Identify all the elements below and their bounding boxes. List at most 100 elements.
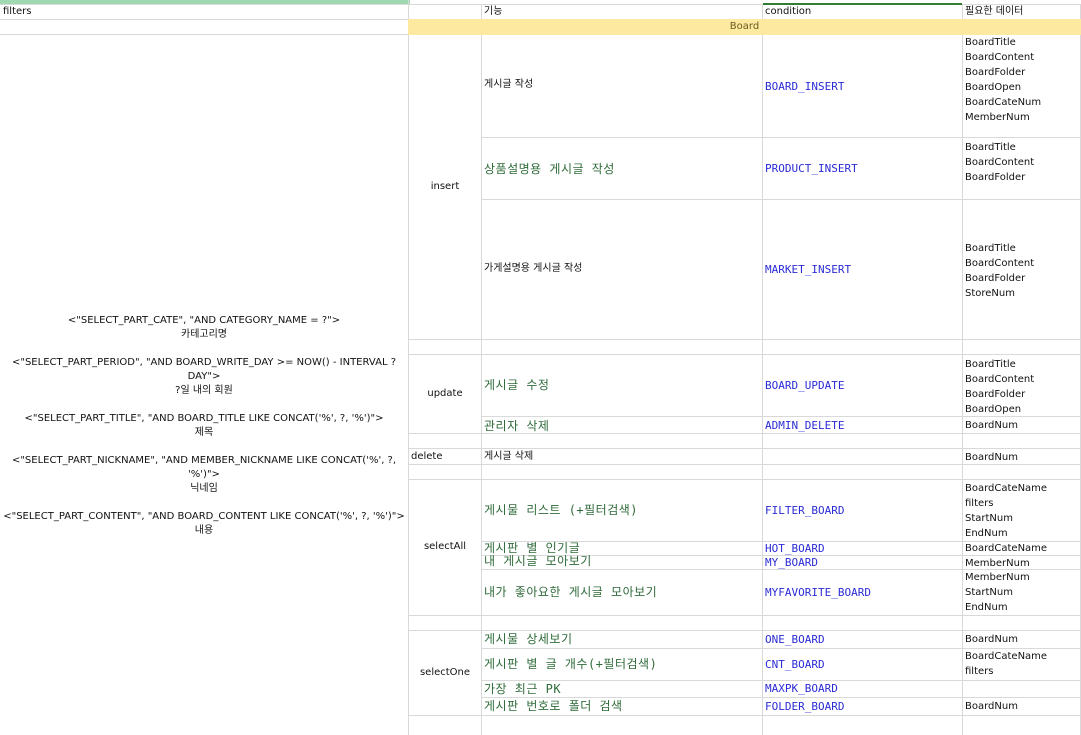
data-item: BoardContent	[965, 52, 1035, 63]
condition-cell[interactable]: FILTER_BOARD	[765, 504, 960, 518]
required-data-cell[interactable]: BoardCateName filters	[965, 649, 1079, 679]
filter-label: ?일 내의 회원	[175, 385, 233, 396]
data-item: StartNum	[965, 513, 1013, 524]
feature-cell[interactable]: 가장 최근 PK	[484, 681, 760, 697]
feature-cell[interactable]: 게시글 삭제	[484, 450, 760, 464]
data-item: BoardTitle	[965, 243, 1016, 254]
condition-cell[interactable]: BOARD_INSERT	[765, 80, 960, 94]
grid-line	[408, 479, 1081, 480]
condition-cell[interactable]: PRODUCT_INSERT	[765, 162, 960, 176]
grid-line	[481, 137, 1081, 138]
condition-cell[interactable]: MAXPK_BOARD	[765, 682, 960, 696]
data-item: BoardFolder	[965, 172, 1026, 183]
data-item: BoardContent	[965, 157, 1035, 168]
data-item: filters	[965, 666, 994, 677]
data-item: BoardCateName	[965, 483, 1048, 494]
filter-code: <"SELECT_PART_TITLE", "AND BOARD_TITLE L…	[24, 413, 384, 424]
condition-cell[interactable]: MYFAVORITE_BOARD	[765, 586, 960, 600]
required-data-cell[interactable]: MemberNum StartNum EndNum	[965, 570, 1079, 615]
data-item: BoardOpen	[965, 82, 1022, 93]
grid-line	[408, 715, 1081, 716]
data-item: BoardFolder	[965, 67, 1026, 78]
header-condition[interactable]: condition	[765, 5, 960, 19]
condition-cell[interactable]: ADMIN_DELETE	[765, 419, 960, 433]
filter-label: 제목	[194, 427, 214, 438]
filter-label: 내용	[194, 525, 214, 536]
data-item: BoardContent	[965, 374, 1035, 385]
feature-cell[interactable]: 게시판 번호로 폴더 검색	[484, 698, 760, 714]
data-item: EndNum	[965, 528, 1008, 539]
group-selectall[interactable]: selectAll	[409, 540, 481, 554]
grid-line	[762, 4, 763, 735]
filter-label: 닉네임	[190, 483, 218, 494]
group-selectone[interactable]: selectOne	[409, 666, 481, 680]
required-data-cell[interactable]: BoardTitle BoardContent BoardFolder Boar…	[965, 35, 1079, 125]
data-item: BoardNum	[965, 634, 1018, 645]
header-filters[interactable]: filters	[3, 5, 403, 19]
condition-cell[interactable]: BOARD_UPDATE	[765, 379, 960, 393]
grid-line	[408, 448, 1081, 449]
data-item: MemberNum	[965, 558, 1030, 569]
grid-line	[408, 615, 1081, 616]
condition-cell[interactable]: MY_BOARD	[765, 556, 960, 570]
data-item: EndNum	[965, 602, 1008, 613]
data-item: BoardCateName	[965, 651, 1048, 662]
data-item: BoardTitle	[965, 359, 1016, 370]
required-data-cell[interactable]: BoardNum	[965, 418, 1079, 433]
grid-line	[962, 4, 963, 735]
feature-cell[interactable]: 상품설명용 게시글 작성	[484, 161, 760, 177]
data-item: BoardTitle	[965, 37, 1016, 48]
data-item: filters	[965, 498, 994, 509]
condition-cell[interactable]: MARKET_INSERT	[765, 263, 960, 277]
group-insert[interactable]: insert	[409, 180, 481, 194]
required-data-cell[interactable]: BoardTitle BoardContent BoardFolder Stor…	[965, 241, 1079, 301]
grid-line	[408, 0, 409, 735]
feature-cell[interactable]: 게시글 작성	[484, 78, 760, 92]
required-data-cell[interactable]: BoardTitle BoardContent BoardFolder Boar…	[965, 357, 1079, 417]
data-item: MemberNum	[965, 112, 1030, 123]
feature-cell[interactable]: 내 게시글 모아보기	[484, 554, 760, 569]
data-item: BoardNum	[965, 452, 1018, 463]
group-update[interactable]: update	[409, 387, 481, 401]
data-item: BoardCateNum	[965, 97, 1042, 108]
condition-cell[interactable]: FOLDER_BOARD	[765, 700, 960, 714]
filters-list[interactable]: <"SELECT_PART_CATE", "AND CATEGORY_NAME …	[0, 314, 408, 538]
required-data-cell[interactable]: BoardNum	[965, 450, 1079, 465]
data-item: BoardCateName	[965, 543, 1048, 554]
data-item: BoardNum	[965, 701, 1018, 712]
condition-cell[interactable]: CNT_BOARD	[765, 658, 960, 672]
condition-cell[interactable]: HOT_BOARD	[765, 542, 960, 556]
required-data-cell[interactable]: BoardCateName filters StartNum EndNum	[965, 481, 1079, 541]
filter-label: 카테고리명	[181, 329, 227, 340]
group-delete[interactable]: delete	[411, 450, 479, 464]
data-item: MemberNum	[965, 572, 1030, 583]
data-item: BoardOpen	[965, 404, 1022, 415]
grid-line	[481, 199, 1081, 200]
data-item: BoardFolder	[965, 389, 1026, 400]
feature-cell[interactable]: 게시판 별 글 개수(+필터검색)	[484, 656, 760, 672]
header-feature[interactable]: 기능	[484, 5, 754, 19]
required-data-cell[interactable]: BoardNum	[965, 632, 1079, 647]
required-data-cell[interactable]: BoardNum	[965, 699, 1079, 714]
feature-cell[interactable]: 가게설명용 게시글 작성	[484, 262, 760, 276]
grid-line	[408, 339, 1081, 340]
header-required-data[interactable]: 필요한 데이터	[965, 5, 1079, 19]
condition-cell[interactable]: ONE_BOARD	[765, 633, 960, 647]
feature-cell[interactable]: 관리자 삭제	[484, 418, 760, 434]
filter-code: <"SELECT_PART_CATE", "AND CATEGORY_NAME …	[67, 315, 341, 326]
filter-code: <"SELECT_PART_PERIOD", "AND BOARD_WRITE_…	[11, 357, 397, 382]
feature-cell[interactable]: 게시물 리스트 (+필터검색)	[484, 502, 760, 518]
data-item: BoardContent	[965, 258, 1035, 269]
data-item: StoreNum	[965, 288, 1015, 299]
feature-cell[interactable]: 게시물 상세보기	[484, 631, 760, 647]
filter-code: <"SELECT_PART_CONTENT", "AND BOARD_CONTE…	[3, 511, 405, 522]
board-section-band[interactable]: Board	[408, 19, 1081, 35]
feature-cell[interactable]: 게시글 수정	[484, 377, 760, 393]
required-data-cell[interactable]: BoardTitle BoardContent BoardFolder	[965, 140, 1079, 185]
required-data-cell[interactable]: BoardCateName	[965, 541, 1079, 556]
feature-cell[interactable]: 내가 좋아요한 게시글 모아보기	[484, 584, 760, 600]
required-data-cell[interactable]: MemberNum	[965, 556, 1079, 571]
filter-code: <"SELECT_PART_NICKNAME", "AND MEMBER_NIC…	[11, 455, 397, 480]
data-item: BoardFolder	[965, 273, 1026, 284]
data-item: StartNum	[965, 587, 1013, 598]
